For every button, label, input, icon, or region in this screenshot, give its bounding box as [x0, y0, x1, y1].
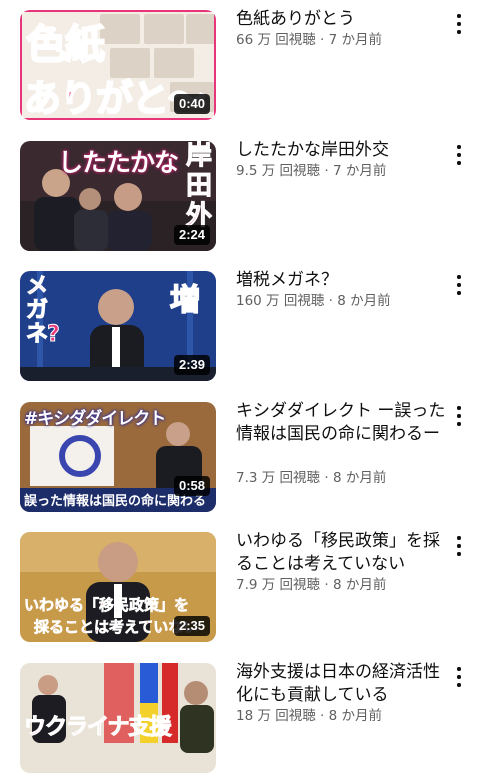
upload-age: 8 か月前: [337, 293, 391, 309]
more-options-icon[interactable]: [449, 12, 469, 36]
video-row[interactable]: いわゆる「移民政策」を 採ることは考えていない 2:35 いわゆる「移民政策」を…: [0, 530, 480, 644]
thumbnail-caption: 色紙: [25, 21, 106, 69]
view-count: 7.9 万 回視聴: [236, 577, 321, 593]
thumbnail-caption: #キシダダイレクト: [24, 409, 166, 429]
video-title[interactable]: 増税メガネ？: [236, 269, 446, 292]
video-meta: 18 万 回視聴 · 8 か月前: [236, 708, 383, 724]
thumbnail-caption: したたかな: [58, 148, 179, 177]
duration-badge: 2:35: [173, 616, 210, 636]
video-title[interactable]: キシダダイレクト ー誤った情報は国民の命に関わるー: [236, 400, 446, 446]
video-thumbnail[interactable]: したたかな 岸田外 2:24: [20, 141, 216, 251]
video-thumbnail[interactable]: #キシダダイレクト 誤った情報は国民の命に関わる 0:58: [20, 402, 216, 512]
view-count: 9.5 万 回視聴: [236, 163, 321, 179]
video-thumbnail[interactable]: ウクライナ支援: [20, 663, 216, 773]
more-options-icon[interactable]: [449, 665, 469, 689]
upload-age: 7 か月前: [332, 163, 387, 179]
upload-age: 8 か月前: [332, 577, 387, 593]
thumbnail-caption: 岸田外: [186, 141, 213, 232]
duration-badge: 2:24: [173, 225, 210, 245]
video-thumbnail[interactable]: メガネ? 増 2:39: [20, 271, 216, 381]
thumbnail-caption: ウクライナ支援: [24, 715, 173, 741]
video-title[interactable]: 色紙ありがとう: [236, 8, 446, 31]
video-row[interactable]: メガネ? 増 2:39 増税メガネ？ 160 万 回視聴 · 8 か月前: [0, 269, 480, 383]
more-options-icon[interactable]: [449, 143, 469, 167]
video-meta: 9.5 万 回視聴 · 7 か月前: [236, 163, 387, 179]
upload-age: 8 か月前: [328, 708, 383, 724]
more-options-icon[interactable]: [449, 404, 469, 428]
duration-badge: 0:40: [173, 94, 210, 114]
video-title[interactable]: 海外支援は日本の経済活性化にも貢献している: [236, 661, 446, 707]
view-count: 7.3 万 回視聴: [236, 470, 321, 486]
video-row[interactable]: #キシダダイレクト 誤った情報は国民の命に関わる 0:58 キシダダイレクト ー…: [0, 400, 480, 514]
thumbnail-caption: 増: [169, 282, 201, 319]
video-meta: 7.9 万 回視聴 · 8 か月前: [236, 577, 387, 593]
duration-badge: 2:39: [173, 355, 210, 375]
video-thumbnail[interactable]: いわゆる「移民政策」を 採ることは考えていない 2:35: [20, 532, 216, 642]
video-title[interactable]: いわゆる「移民政策」を採ることは考えていない: [236, 530, 446, 576]
view-count: 18 万 回視聴: [236, 708, 316, 724]
video-row[interactable]: ウクライナ支援 海外支援は日本の経済活性化にも貢献している 18 万 回視聴 ·…: [0, 661, 480, 775]
video-meta: 66 万 回視聴 · 7 か月前: [236, 32, 383, 48]
video-meta: 160 万 回視聴 · 8 か月前: [236, 293, 391, 309]
upload-age: 7 か月前: [328, 32, 383, 48]
upload-age: 8 か月前: [332, 470, 387, 486]
video-row[interactable]: 色紙 ありがと〜 0:40 色紙ありがとう 66 万 回視聴 · 7 か月前: [0, 8, 480, 122]
view-count: 66 万 回視聴: [236, 32, 316, 48]
more-options-icon[interactable]: [449, 534, 469, 558]
video-title[interactable]: したたかな岸田外交: [236, 139, 446, 162]
duration-badge: 0:58: [173, 476, 210, 496]
video-thumbnail[interactable]: 色紙 ありがと〜 0:40: [20, 10, 216, 120]
thumbnail-caption: いわゆる「移民政策」を: [24, 596, 190, 615]
video-row[interactable]: したたかな 岸田外 2:24 したたかな岸田外交 9.5 万 回視聴 · 7 か…: [0, 139, 480, 253]
more-options-icon[interactable]: [449, 273, 469, 297]
thumbnail-caption: メガネ?: [26, 274, 61, 347]
view-count: 160 万 回視聴: [236, 293, 325, 309]
video-meta: 7.3 万 回視聴 · 8 か月前: [236, 470, 387, 486]
